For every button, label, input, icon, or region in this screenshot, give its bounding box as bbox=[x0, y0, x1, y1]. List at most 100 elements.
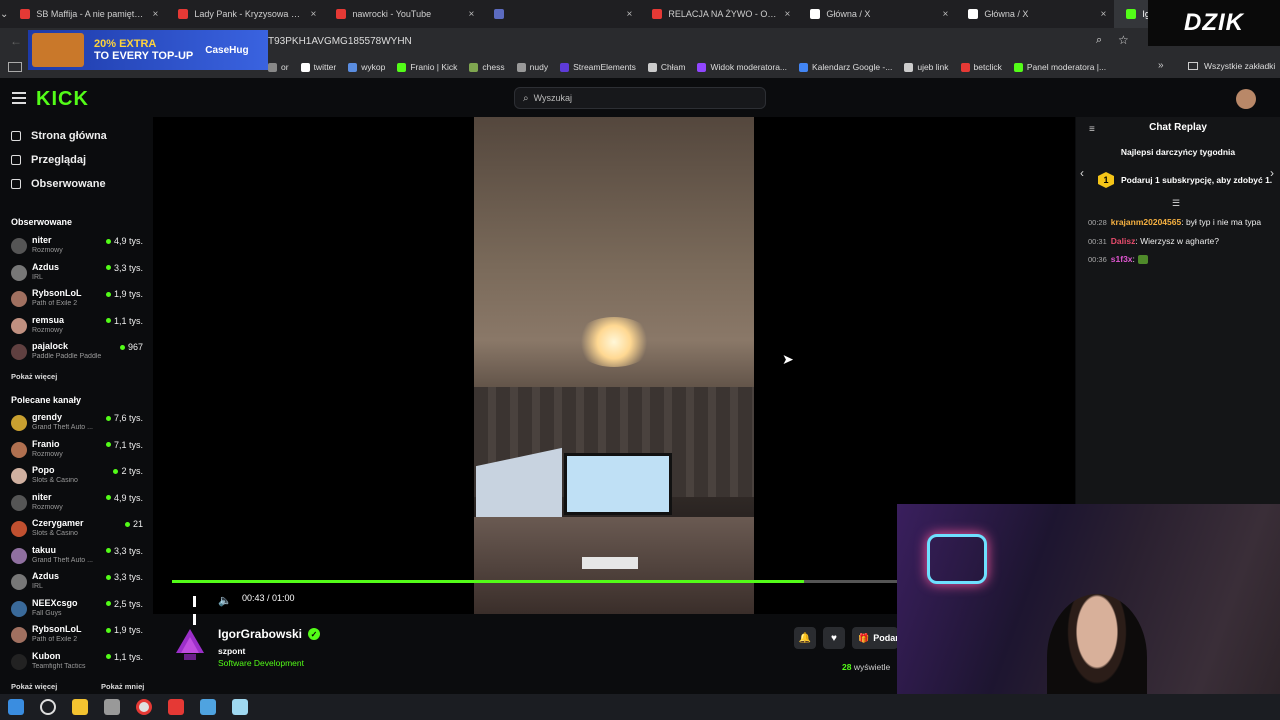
bookmark-item[interactable]: Franio | Kick bbox=[397, 62, 457, 72]
nav-item[interactable]: Przeglądaj bbox=[11, 154, 86, 166]
user-avatar[interactable] bbox=[1236, 89, 1256, 109]
bookmark-label: Widok moderatora... bbox=[710, 62, 788, 72]
gift-sub-promo[interactable]: 1 Podaruj 1 subskrypcję, aby zdobyć 1. bbox=[1098, 172, 1272, 188]
bookmark-item[interactable]: nudy bbox=[516, 62, 548, 72]
close-icon[interactable]: × bbox=[627, 9, 633, 20]
ad-banner[interactable]: 20% EXTRA TO EVERY TOP-UP CaseHug bbox=[28, 30, 268, 70]
zoom-icon[interactable]: ⌕ bbox=[1096, 34, 1102, 47]
chevron-left-icon[interactable]: ‹ bbox=[1080, 166, 1084, 180]
file-explorer-icon[interactable] bbox=[72, 699, 88, 715]
close-icon[interactable]: × bbox=[469, 9, 475, 20]
recommended-show-less[interactable]: Pokaż mniej bbox=[101, 682, 144, 691]
close-icon[interactable]: × bbox=[153, 9, 159, 20]
views-label: wyświetle bbox=[853, 662, 891, 672]
avatar bbox=[11, 415, 27, 431]
search-placeholder: Wyszukaj bbox=[533, 93, 573, 103]
bookmark-item[interactable]: or bbox=[268, 62, 289, 72]
ad-headline: 20% EXTRA bbox=[94, 38, 157, 50]
bookmark-item[interactable]: Chłam bbox=[647, 62, 685, 72]
live-dot-icon bbox=[105, 548, 111, 553]
star-icon[interactable]: ☆ bbox=[1118, 33, 1129, 47]
all-bookmarks-label: Wszystkie zakładki bbox=[1204, 61, 1276, 71]
all-bookmarks[interactable]: Wszystkie zakładki bbox=[1188, 61, 1275, 71]
bookmark-item[interactable]: Kalendarz Google -... bbox=[799, 62, 892, 72]
pin-icon[interactable]: ☰ bbox=[1172, 198, 1180, 209]
more-bookmarks-icon[interactable]: » bbox=[1158, 60, 1164, 71]
bookmark-item[interactable]: Widok moderatora... bbox=[697, 62, 787, 72]
channel-item[interactable]: takuu Grand Theft Auto ... 3,3 tys. bbox=[11, 545, 143, 569]
browser-tab[interactable]: Główna / X × bbox=[798, 0, 956, 28]
close-icon[interactable]: × bbox=[943, 9, 949, 20]
message-user[interactable]: Dalisz bbox=[1111, 236, 1136, 246]
stream-category[interactable]: Software Development bbox=[218, 658, 304, 668]
browser-tab[interactable]: × bbox=[482, 0, 640, 28]
window-app-icon[interactable] bbox=[200, 699, 216, 715]
bookmark-item[interactable]: Panel moderatora |... bbox=[1013, 62, 1106, 72]
back-icon[interactable]: ← bbox=[10, 34, 22, 48]
notepad-icon[interactable] bbox=[232, 699, 248, 715]
close-icon[interactable]: × bbox=[785, 9, 791, 20]
kick-logo[interactable]: KICK bbox=[36, 88, 89, 111]
search-taskbar-icon[interactable] bbox=[40, 699, 56, 715]
browser-tab[interactable]: RELACJA NA ŻYWO - OGLĄDAJ × bbox=[640, 0, 798, 28]
bookmark-item[interactable]: chess bbox=[469, 62, 505, 72]
tab-favicon-icon bbox=[20, 9, 31, 19]
channel-name: remsua bbox=[32, 314, 65, 325]
channel-item[interactable]: pajalock Paddle Paddle Paddle 967 bbox=[11, 341, 143, 365]
channel-item[interactable]: Franio Rozmowy 7,1 tys. bbox=[11, 439, 143, 463]
viewer-count-value: 1,1 tys. bbox=[113, 651, 143, 662]
flame-app-icon[interactable] bbox=[168, 699, 184, 715]
volume-icon[interactable]: 🔈 bbox=[218, 594, 232, 607]
nav-item[interactable]: Strona główna bbox=[11, 130, 107, 142]
close-icon[interactable]: × bbox=[311, 9, 317, 20]
channel-item[interactable]: Popo Slots & Casino 2 tys. bbox=[11, 465, 143, 489]
browser-tab[interactable]: Główna / X × bbox=[956, 0, 1114, 28]
url-field[interactable]: T93PKH1AVGMG185578WYHN bbox=[268, 36, 412, 47]
browser-tab[interactable]: SB Maffija - A nie pamiętasz jak × bbox=[8, 0, 166, 28]
channel-item[interactable]: remsua Rozmowy 1,1 tys. bbox=[11, 315, 143, 339]
browser-tab[interactable]: nawrocki - YouTube × bbox=[324, 0, 482, 28]
search-input[interactable]: ⌕ Wyszukaj bbox=[514, 87, 766, 109]
channel-item[interactable]: niter Rozmowy 4,9 tys. bbox=[11, 235, 143, 259]
heart-icon[interactable]: ♥ bbox=[823, 627, 845, 649]
nav-item[interactable]: Obserwowane bbox=[11, 178, 106, 190]
chrome-icon[interactable] bbox=[136, 699, 152, 715]
bookmark-item[interactable]: betclick bbox=[960, 62, 1002, 72]
channel-category: IRL bbox=[32, 583, 43, 590]
bell-icon[interactable]: 🔔 bbox=[794, 627, 816, 649]
bookmark-item[interactable]: ujeb link bbox=[904, 62, 949, 72]
tab-search-icon[interactable]: ⌄ bbox=[0, 0, 8, 28]
bookmark-item[interactable]: twitter bbox=[300, 62, 336, 72]
message-user[interactable]: krajanm20204565 bbox=[1111, 217, 1181, 227]
channel-item[interactable]: niter Rozmowy 4,9 tys. bbox=[11, 492, 143, 516]
tab-title: RELACJA NA ŻYWO - OGLĄDAJ bbox=[668, 9, 779, 19]
bookmark-item[interactable]: StreamElements bbox=[560, 62, 636, 72]
streamer-name-row[interactable]: IgorGrabowski ✓ bbox=[218, 627, 321, 641]
pause-button[interactable] bbox=[193, 594, 203, 625]
progress-bar[interactable] bbox=[172, 580, 898, 583]
browser-tab[interactable]: Lady Pank - Kryzysowa Narzeczona × bbox=[166, 0, 324, 28]
menu-icon[interactable] bbox=[12, 92, 26, 104]
channel-item[interactable]: Azdus IRL 3,3 tys. bbox=[11, 571, 143, 595]
channel-item[interactable]: RybsonLoL Path of Exile 2 1,9 tys. bbox=[11, 288, 143, 312]
channel-item[interactable]: Azdus IRL 3,3 tys. bbox=[11, 262, 143, 286]
viewer-count: 2 tys. bbox=[113, 466, 143, 476]
gift-button[interactable]: 🎁 Podar bbox=[852, 627, 898, 649]
app-icon[interactable] bbox=[104, 699, 120, 715]
windows-start-icon[interactable] bbox=[8, 699, 24, 715]
recommended-show-more[interactable]: Pokaż więcej bbox=[11, 682, 57, 691]
bookmark-item[interactable]: wykop bbox=[348, 62, 385, 72]
bookmark-icon bbox=[960, 62, 970, 72]
avatar bbox=[11, 238, 27, 254]
channel-item[interactable]: Kubon Teamfight Tactics 1,1 tys. bbox=[11, 651, 143, 675]
apps-icon[interactable] bbox=[8, 62, 22, 72]
close-icon[interactable]: × bbox=[1101, 9, 1107, 20]
channel-item[interactable]: RybsonLoL Path of Exile 2 1,9 tys. bbox=[11, 624, 143, 648]
message-user[interactable]: s1f3x bbox=[1111, 254, 1133, 264]
viewer-count: 1,1 tys. bbox=[105, 316, 143, 326]
followed-show-more[interactable]: Pokaż więcej bbox=[11, 372, 57, 381]
channel-item[interactable]: Czerygamer Slots & Casino 21 bbox=[11, 518, 143, 542]
channel-logo[interactable] bbox=[172, 627, 208, 663]
channel-item[interactable]: grendy Grand Theft Auto ... 7,6 tys. bbox=[11, 412, 143, 436]
channel-item[interactable]: NEEXcsgo Fall Guys 2,5 tys. bbox=[11, 598, 143, 622]
